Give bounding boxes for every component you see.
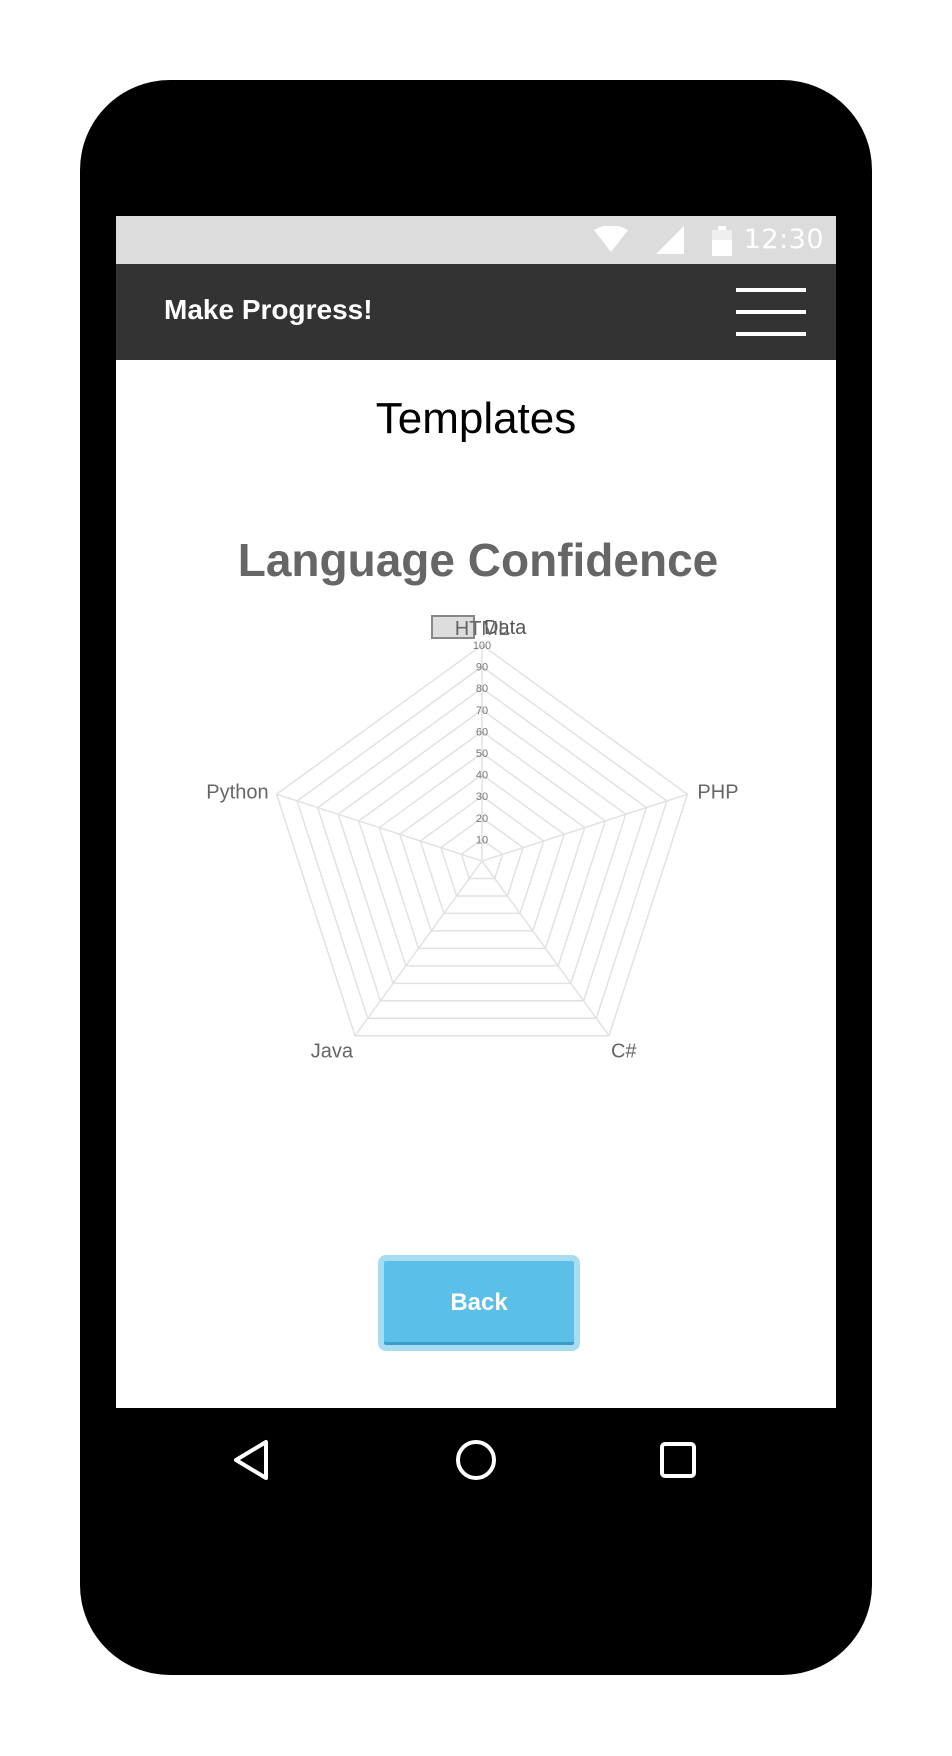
radar-chart-svg: Language Confidence Data 102030405060708… [206, 534, 738, 1063]
radar-tick-label: 20 [476, 813, 488, 825]
app-title: Make Progress! [164, 294, 373, 325]
phone-screen: 12:30 Make Progress! Templates Language … [116, 216, 836, 1408]
radar-tick-label: 90 [476, 662, 488, 674]
android-nav-bar [116, 1408, 836, 1508]
radar-category-label: HTML [455, 618, 509, 640]
radar-tick-label: 50 [476, 748, 488, 760]
square-recents-icon[interactable] [658, 1438, 698, 1482]
status-time: 12:30 [743, 224, 824, 255]
radar-tick-label: 60 [476, 726, 488, 738]
radar-category-label: Java [311, 1041, 354, 1063]
radar-tick-label: 100 [473, 640, 491, 652]
radar-category-label: C# [611, 1041, 637, 1063]
radar-spoke [276, 793, 483, 862]
signal-icon [656, 226, 684, 254]
radar-chart: Language Confidence Data 10 20 30 40 50 60 70 8… [116, 516, 836, 1136]
radar-tick-label: 80 [476, 683, 488, 695]
radar-tick-label: 40 [476, 770, 488, 782]
page-title: Templates [375, 394, 577, 443]
radar-tick-label: 70 [476, 705, 488, 717]
battery-icon [712, 226, 732, 256]
triangle-back-icon[interactable] [230, 1438, 274, 1482]
radar-category-label: Python [206, 781, 268, 803]
back-button[interactable]: Back [378, 1255, 580, 1351]
circle-home-icon[interactable] [454, 1438, 498, 1482]
radar-spoke [481, 793, 688, 862]
app-bar: Make Progress! [116, 264, 836, 360]
radar-category-label: PHP [697, 781, 738, 803]
chart-title: Language Confidence [238, 534, 718, 586]
hamburger-menu-icon[interactable] [736, 288, 806, 336]
radar-tick-label: 30 [476, 791, 488, 803]
wifi-icon [594, 226, 628, 252]
radar-tick-label: 10 [476, 834, 488, 846]
status-bar: 12:30 [116, 216, 836, 264]
